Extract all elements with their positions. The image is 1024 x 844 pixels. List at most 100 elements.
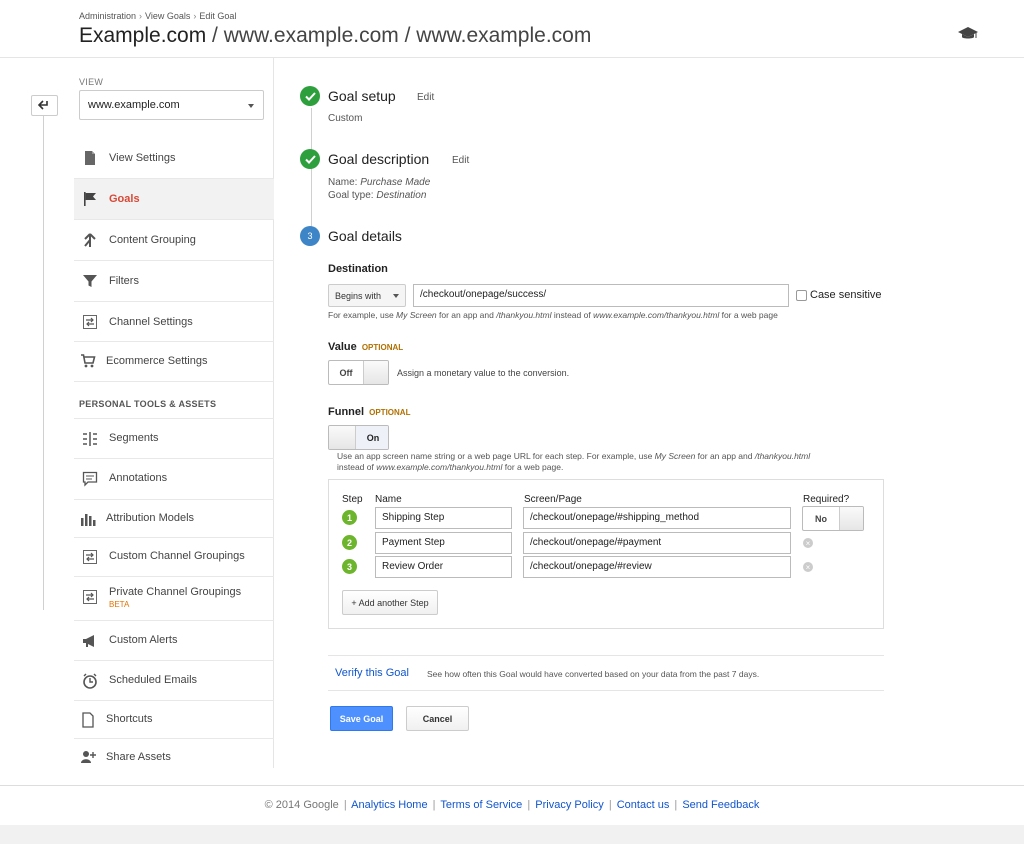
remove-step-icon[interactable]: ×	[803, 538, 813, 548]
sidebar-item-label: View Settings	[109, 152, 176, 164]
step-connector-line	[311, 108, 312, 238]
sidebar-item-shortcuts[interactable]: Shortcuts	[74, 701, 274, 739]
cancel-button[interactable]: Cancel	[406, 706, 469, 731]
funnel-step-page-input[interactable]: /checkout/onepage/#review	[523, 556, 791, 578]
page-title: Example.com / www.example.com / www.exam…	[79, 24, 591, 48]
divider	[328, 690, 884, 691]
footer-separator: |	[432, 799, 436, 811]
funnel-step-name-input[interactable]: Payment Step	[375, 532, 512, 554]
sidebar-item-custom-alerts[interactable]: Custom Alerts	[74, 621, 274, 661]
cart-icon	[81, 354, 96, 368]
footer: © 2014 Google | Analytics Home | Terms o…	[0, 785, 1024, 825]
hint-text: for an app and	[695, 451, 755, 461]
graduation-cap-icon[interactable]	[958, 25, 978, 41]
sidebar-item-label: Annotations	[109, 472, 168, 484]
sidebar-item-ecommerce-settings[interactable]: Ecommerce Settings	[74, 342, 274, 382]
caret-down-icon	[393, 294, 399, 298]
sidebar-item-attribution-models[interactable]: Attribution Models	[74, 500, 274, 538]
comment-icon	[82, 471, 98, 487]
sidebar-item-label: Private Channel Groupings	[109, 586, 242, 598]
breadcrumb: Administration › View Goals › Edit Goal	[79, 11, 236, 21]
sidebar-item-custom-channel-groupings[interactable]: Custom Channel Groupings	[74, 538, 274, 577]
goal-details-title: Goal details	[328, 228, 402, 244]
footer-link-contact[interactable]: Contact us	[617, 799, 670, 811]
funnel-step-name-input[interactable]: Shipping Step	[375, 507, 512, 529]
view-select-value: www.example.com	[88, 99, 180, 111]
goal-type-value: Destination	[376, 190, 427, 201]
footer-separator: |	[343, 799, 347, 811]
footer-link-analytics-home[interactable]: Analytics Home	[351, 799, 427, 811]
view-select[interactable]: www.example.com	[79, 90, 264, 120]
funnel-toggle[interactable]: On	[328, 425, 389, 450]
column-header-step: Step	[342, 494, 363, 505]
sidebar-item-private-channel-groupings[interactable]: Private Channel Groupings BETA	[74, 577, 274, 621]
goal-description-edit-link[interactable]: Edit	[452, 155, 469, 166]
case-sensitive-label: Case sensitive	[810, 289, 882, 301]
verify-goal-description: See how often this Goal would have conve…	[427, 669, 760, 679]
save-goal-button[interactable]: Save Goal	[330, 706, 393, 731]
channel-icon	[83, 550, 97, 564]
hint-text: for a web page	[719, 310, 778, 320]
divider	[328, 655, 884, 656]
back-button[interactable]	[31, 95, 58, 116]
hint-text: instead of	[337, 462, 377, 472]
sidebar-item-goals[interactable]: Goals	[74, 179, 274, 220]
optional-tag: OPTIONAL	[361, 343, 404, 352]
sidebar-item-label: Content Grouping	[109, 234, 196, 246]
case-sensitive-checkbox[interactable]	[796, 290, 807, 301]
sidebar-item-filters[interactable]: Filters	[74, 261, 274, 302]
goal-description-title: Goal description	[328, 151, 430, 167]
page-title-account: Example.com	[79, 24, 207, 47]
channel-icon	[83, 590, 97, 604]
sidebar-item-annotations[interactable]: Annotations	[74, 459, 274, 500]
match-type-select[interactable]: Begins with	[328, 284, 406, 307]
funnel-hint-line-2: instead of www.example.com/thankyou.html…	[337, 462, 563, 473]
filter-icon	[83, 275, 97, 287]
required-toggle[interactable]: No	[802, 506, 864, 531]
funnel-label-text: Funnel	[328, 406, 365, 418]
breadcrumb-edit-goal: Edit Goal	[199, 11, 237, 21]
verify-goal-link[interactable]: Verify this Goal	[335, 667, 409, 679]
sidebar-item-scheduled-emails[interactable]: Scheduled Emails	[74, 661, 274, 701]
sidebar-item-label: Filters	[109, 275, 139, 287]
funnel-step-number: 3	[342, 559, 357, 574]
hint-text: /thankyou.html	[754, 451, 811, 461]
goal-setup-edit-link[interactable]: Edit	[417, 92, 434, 103]
sidebar-item-content-grouping[interactable]: Content Grouping	[74, 220, 274, 261]
breadcrumb-view-goals[interactable]: View Goals	[145, 11, 190, 21]
goal-name-label: Name:	[328, 177, 361, 188]
hint-text: for a web page.	[502, 462, 564, 472]
caret-down-icon	[248, 104, 254, 108]
main-content: Goal setup Edit Custom Goal description …	[300, 58, 900, 768]
beta-badge: BETA	[109, 600, 130, 609]
destination-input[interactable]: /checkout/onepage/success/	[413, 284, 789, 307]
value-toggle[interactable]: Off	[328, 360, 389, 385]
required-toggle-state: No	[815, 513, 827, 524]
goal-type-label: Goal type:	[328, 190, 377, 201]
footer-link-terms[interactable]: Terms of Service	[440, 799, 522, 811]
breadcrumb-administration[interactable]: Administration	[79, 11, 136, 21]
value-description: Assign a monetary value to the conversio…	[397, 368, 570, 378]
add-step-button[interactable]: + Add another Step	[342, 590, 438, 615]
optional-tag: OPTIONAL	[369, 408, 411, 417]
sidebar-item-segments[interactable]: Segments	[74, 418, 274, 459]
rail-line	[43, 115, 44, 610]
sidebar-item-channel-settings[interactable]: Channel Settings	[74, 302, 274, 342]
sidebar-item-share-assets[interactable]: Share Assets	[74, 739, 274, 768]
footer-link-privacy[interactable]: Privacy Policy	[535, 799, 603, 811]
personal-tools-heading: PERSONAL TOOLS & ASSETS	[79, 399, 217, 409]
funnel-step-name-input[interactable]: Review Order	[375, 556, 512, 578]
sidebar-item-view-settings[interactable]: View Settings	[74, 138, 274, 179]
goal-setup-title: Goal setup	[328, 88, 396, 104]
funnel-hint-line-1: Use an app screen name string or a web p…	[337, 451, 810, 462]
sidebar-item-label: Attribution Models	[106, 512, 195, 524]
hint-text: for an app and	[436, 310, 497, 320]
funnel-step-page-input[interactable]: /checkout/onepage/#payment	[523, 532, 791, 554]
funnel-step-page-input[interactable]: /checkout/onepage/#shipping_method	[523, 507, 791, 529]
copyright: © 2014 Google	[264, 799, 339, 811]
footer-link-feedback[interactable]: Send Feedback	[682, 799, 759, 811]
remove-step-icon[interactable]: ×	[803, 562, 813, 572]
sidebar-item-label: Custom Channel Groupings	[109, 550, 245, 562]
toggle-knob	[329, 426, 356, 449]
bar-chart-icon	[81, 514, 96, 526]
